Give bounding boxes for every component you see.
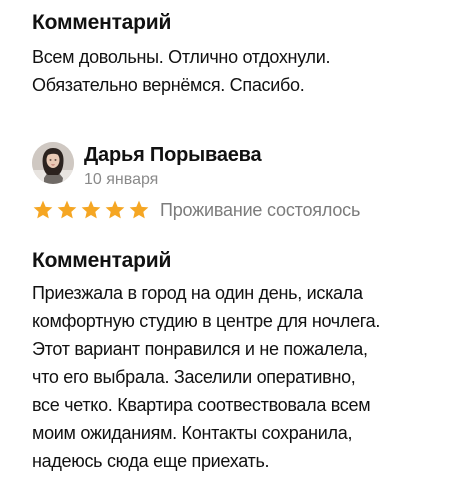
comment-text: Приезжала в город на один день, искала к… xyxy=(32,279,452,475)
review-card: Дарья Порываева 10 января Проживание сос… xyxy=(32,142,452,475)
comment-heading: Комментарий xyxy=(32,11,172,34)
previous-review-comment: Комментарий Всем довольны. Отлично отдох… xyxy=(32,10,452,99)
author-info: Дарья Порываева 10 января xyxy=(84,142,262,190)
avatar[interactable] xyxy=(32,142,74,184)
star-rating xyxy=(32,199,152,221)
star-icon xyxy=(33,200,53,219)
rating-row: Проживание состоялось xyxy=(32,198,452,222)
comment-line: комфортную студию в центре для ночлега. xyxy=(32,311,381,331)
comment-line: все четко. Квартира соотвествовала всем xyxy=(32,395,371,415)
comment-text: Всем довольны. Отлично отдохнули. Обязат… xyxy=(32,43,452,99)
star-icon xyxy=(57,200,77,219)
comment-line: Приезжала в город на один день, искала xyxy=(32,283,363,303)
comment-line: Этот вариант понравился и не пожалела, xyxy=(32,339,368,359)
review-author-row: Дарья Порываева 10 января xyxy=(32,142,452,190)
review-date: 10 января xyxy=(84,171,159,188)
comment-line: что его выбрала. Заселили оперативно, xyxy=(32,367,356,387)
comment-line: Всем довольны. Отлично отдохнули. xyxy=(32,47,331,67)
comment-line: Обязательно вернёмся. Спасибо. xyxy=(32,75,305,95)
star-icon xyxy=(81,200,101,219)
comment-line: надеюсь сюда еще приехать. xyxy=(32,451,270,471)
author-name[interactable]: Дарья Порываева xyxy=(84,143,262,167)
comment-heading: Комментарий xyxy=(32,249,172,272)
star-icon xyxy=(129,200,149,219)
stay-status: Проживание состоялось xyxy=(160,199,361,220)
comment-line: моим ожиданиям. Контакты сохранила, xyxy=(32,423,353,443)
star-icon xyxy=(105,200,125,219)
